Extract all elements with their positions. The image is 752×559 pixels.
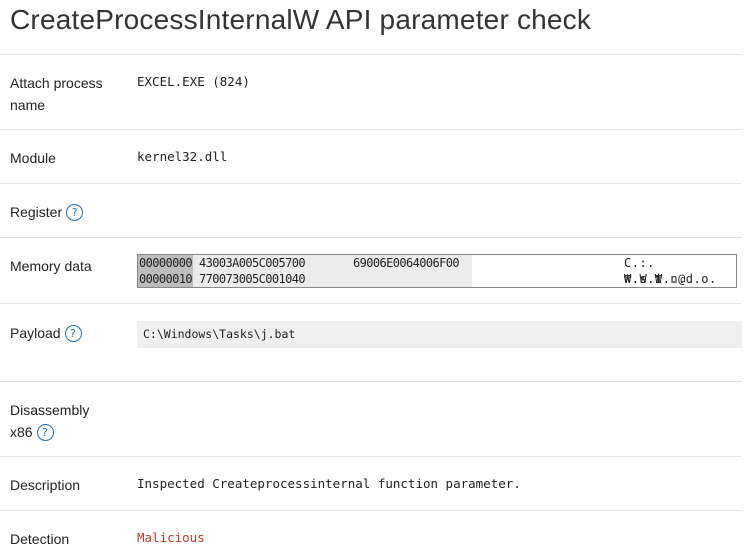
attach-process-label: Attach process name xyxy=(10,72,120,116)
module-label-text: Module xyxy=(10,149,56,166)
detection-status: Malicious xyxy=(137,530,205,545)
description-label: Description xyxy=(10,474,120,496)
memory-row: 00000010 770073005C001040 w.s.₩..@ xyxy=(138,271,736,287)
help-circle-icon[interactable]: ? xyxy=(36,423,54,441)
attach-process-value: EXCEL.EXE (824) xyxy=(137,74,250,89)
help-circle-icon[interactable]: ? xyxy=(66,203,84,221)
divider xyxy=(0,237,742,238)
module-label: Module xyxy=(10,147,120,169)
memory-data-label-text: Memory data xyxy=(10,257,92,274)
memory-data-viewer[interactable]: 00000000 43003A005C005700 69006E0064006F… xyxy=(137,254,737,288)
description-label-text: Description xyxy=(10,476,81,493)
payload-label: Payload? xyxy=(10,322,120,344)
attach-process-label-text: Attach process name xyxy=(10,74,103,113)
payload-label-text: Payload xyxy=(10,324,61,341)
memory-hex-bytes: 69006E0064006F00 xyxy=(353,256,460,270)
register-label: Register? xyxy=(10,201,120,223)
payload-code-block: C:\Windows\Tasks\j.bat xyxy=(137,321,742,348)
help-circle-icon[interactable]: ? xyxy=(64,324,82,342)
memory-ascii: w.s.₩..@ xyxy=(624,272,686,286)
divider xyxy=(0,183,742,184)
detection-label-text: Detection xyxy=(10,530,70,547)
divider xyxy=(0,510,742,511)
page-title: CreateProcessInternalW API parameter che… xyxy=(10,4,592,35)
divider xyxy=(0,129,742,130)
module-value: kernel32.dll xyxy=(137,149,228,164)
memory-data-label: Memory data xyxy=(10,255,120,277)
register-label-text: Register xyxy=(10,203,63,220)
divider xyxy=(0,456,742,457)
memory-address: 00000010 xyxy=(138,271,193,287)
divider xyxy=(0,303,742,304)
memory-hex-bytes: 43003A005C005700 xyxy=(199,256,306,270)
detection-label: Detection xyxy=(10,528,120,550)
divider xyxy=(0,381,742,382)
description-value: Inspected Createprocessinternal function… xyxy=(137,476,521,491)
disassembly-label: Disassembly x86? xyxy=(10,399,110,443)
memory-row: 00000000 43003A005C005700 69006E0064006F… xyxy=(138,255,736,286)
payload-value: C:\Windows\Tasks\j.bat xyxy=(143,327,296,341)
memory-address: 00000000 xyxy=(138,255,193,271)
memory-hex-bytes: 770073005C001040 xyxy=(199,272,306,286)
divider xyxy=(0,54,742,55)
